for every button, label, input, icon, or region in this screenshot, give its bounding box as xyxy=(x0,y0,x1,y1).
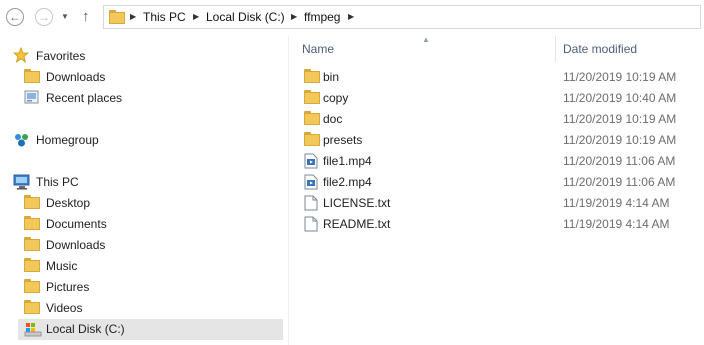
recent-places-icon xyxy=(24,90,40,112)
back-arrow-icon: ← xyxy=(9,10,21,24)
video-file-icon xyxy=(304,153,318,172)
nav-this-pc-label: This PC xyxy=(36,175,79,189)
desktop-folder-icon xyxy=(24,195,40,216)
documents-folder-icon xyxy=(24,216,40,237)
file-row[interactable]: doc 11/20/2019 10:19 AM xyxy=(289,109,704,130)
column-divider[interactable] xyxy=(555,36,556,62)
file-date: 11/20/2019 10:19 AM xyxy=(563,133,677,147)
nav-favorites[interactable]: Favorites xyxy=(0,46,283,67)
forward-button[interactable]: → xyxy=(35,8,53,26)
breadcrumb-separator-icon[interactable]: ▶ xyxy=(348,6,354,28)
nav-item-label: Desktop xyxy=(46,196,91,210)
file-row[interactable]: file1.mp4 11/20/2019 11:06 AM xyxy=(289,151,704,172)
file-row[interactable]: file2.mp4 11/20/2019 11:06 AM xyxy=(289,172,704,193)
file-name: LICENSE.txt xyxy=(323,196,391,210)
file-date: 11/20/2019 11:06 AM xyxy=(563,154,676,168)
breadcrumb-separator-icon[interactable]: ▶ xyxy=(291,6,297,28)
nav-item-label: Music xyxy=(46,259,78,273)
nav-item-label: Downloads xyxy=(46,238,106,252)
nav-item-label: Recent places xyxy=(46,91,123,105)
file-name: file2.mp4 xyxy=(323,175,372,189)
nav-downloads[interactable]: Downloads xyxy=(0,235,283,256)
toolbar: ← → ▼ ↑ ▶ This PC ▶ Local Disk (C:) ▶ ff… xyxy=(0,0,704,36)
text-file-icon xyxy=(304,195,318,214)
file-list: Name ▲ Date modified bin 11/20/2019 10:1… xyxy=(289,35,704,345)
nav-homegroup-label: Homegroup xyxy=(36,133,99,147)
drive-icon xyxy=(24,322,42,344)
nav-this-pc[interactable]: This PC xyxy=(0,172,283,193)
forward-arrow-icon: → xyxy=(38,10,50,24)
file-row[interactable]: README.txt 11/19/2019 4:14 AM xyxy=(289,214,704,235)
file-date: 11/20/2019 11:06 AM xyxy=(563,175,676,189)
file-row[interactable]: bin 11/20/2019 10:19 AM xyxy=(289,67,704,88)
back-button[interactable]: ← xyxy=(6,8,24,26)
file-name: bin xyxy=(323,70,340,84)
file-date: 11/20/2019 10:19 AM xyxy=(563,70,677,84)
nav-item-label: Pictures xyxy=(46,280,90,294)
file-name: doc xyxy=(323,112,343,126)
folder-icon xyxy=(109,10,125,27)
column-header-date-modified[interactable]: Date modified xyxy=(563,36,637,62)
breadcrumb-this-pc[interactable]: This PC xyxy=(143,6,186,28)
nav-desktop[interactable]: Desktop xyxy=(0,193,283,214)
breadcrumb-ffmpeg[interactable]: ffmpeg xyxy=(304,6,340,28)
file-row[interactable]: presets 11/20/2019 10:19 AM xyxy=(289,130,704,151)
navigation-pane: Favorites Downloads Recent places Homegr… xyxy=(0,36,283,345)
file-name: copy xyxy=(323,91,349,105)
file-name: file1.mp4 xyxy=(323,154,372,168)
text-file-icon xyxy=(304,216,318,235)
recent-locations-chevron-icon[interactable]: ▼ xyxy=(61,12,69,21)
file-name: README.txt xyxy=(323,217,391,231)
breadcrumb-separator-icon[interactable]: ▶ xyxy=(130,6,136,28)
nav-pictures[interactable]: Pictures xyxy=(0,277,283,298)
nav-homegroup[interactable]: Homegroup xyxy=(0,130,283,151)
pictures-folder-icon xyxy=(24,279,40,300)
file-date: 11/20/2019 10:19 AM xyxy=(563,112,677,126)
nav-local-disk[interactable]: Local Disk (C:) xyxy=(18,319,283,340)
file-name: presets xyxy=(323,133,363,147)
videos-folder-icon xyxy=(24,300,40,321)
file-date: 11/20/2019 10:40 AM xyxy=(563,91,677,105)
downloads-folder-icon xyxy=(24,69,40,90)
breadcrumb-separator-icon[interactable]: ▶ xyxy=(193,6,199,28)
address-bar[interactable]: ▶ This PC ▶ Local Disk (C:) ▶ ffmpeg ▶ xyxy=(103,5,701,29)
homegroup-icon xyxy=(13,132,31,155)
nav-music[interactable]: Music xyxy=(0,256,283,277)
downloads-folder-icon xyxy=(24,237,40,258)
folder-icon xyxy=(304,111,320,128)
nav-item-label: Downloads xyxy=(46,70,106,84)
nav-favorites-downloads[interactable]: Downloads xyxy=(0,67,283,88)
up-arrow-icon[interactable]: ↑ xyxy=(82,8,90,26)
video-file-icon xyxy=(304,174,318,193)
file-date: 11/19/2019 4:14 AM xyxy=(563,217,670,231)
folder-icon xyxy=(304,90,320,107)
nav-videos[interactable]: Videos xyxy=(0,298,283,319)
folder-icon xyxy=(304,69,320,86)
column-header-name[interactable]: Name xyxy=(302,36,334,62)
nav-documents[interactable]: Documents xyxy=(0,214,283,235)
nav-item-label: Local Disk (C:) xyxy=(46,322,125,336)
breadcrumb-local-disk[interactable]: Local Disk (C:) xyxy=(206,6,285,28)
sort-ascending-icon: ▲ xyxy=(422,35,430,44)
file-row[interactable]: copy 11/20/2019 10:40 AM xyxy=(289,88,704,109)
nav-favorites-label: Favorites xyxy=(36,49,86,63)
file-date: 11/19/2019 4:14 AM xyxy=(563,196,670,210)
file-row[interactable]: LICENSE.txt 11/19/2019 4:14 AM xyxy=(289,193,704,214)
music-folder-icon xyxy=(24,258,40,279)
nav-item-label: Documents xyxy=(46,217,107,231)
folder-icon xyxy=(304,132,320,149)
nav-recent-places[interactable]: Recent places xyxy=(0,88,283,109)
nav-item-label: Videos xyxy=(46,301,83,315)
